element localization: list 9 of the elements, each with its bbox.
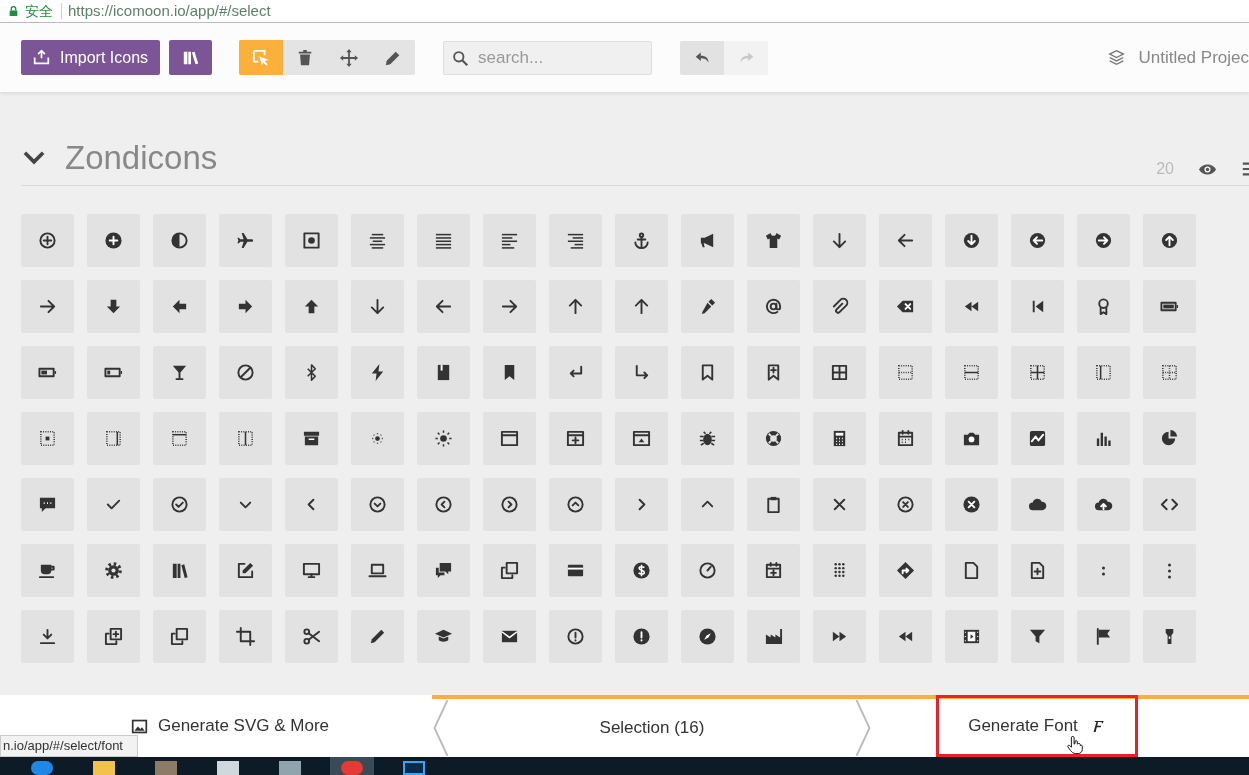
project-name[interactable]: Untitled Projec [1138, 44, 1249, 71]
search-field[interactable]: search... [443, 40, 653, 75]
generate-font-button[interactable]: Generate Font [936, 695, 1138, 757]
url-text[interactable]: https://icomoon.io/app/#/select [68, 0, 271, 23]
icon-set-title: Zondicons [65, 141, 218, 174]
status-url: n.io/app/#/select/font [0, 735, 138, 757]
import-icons-button[interactable]: Import Icons [21, 40, 161, 75]
security-label: 安全 [25, 3, 62, 19]
selection-tab[interactable]: Selection (16) [450, 699, 854, 757]
